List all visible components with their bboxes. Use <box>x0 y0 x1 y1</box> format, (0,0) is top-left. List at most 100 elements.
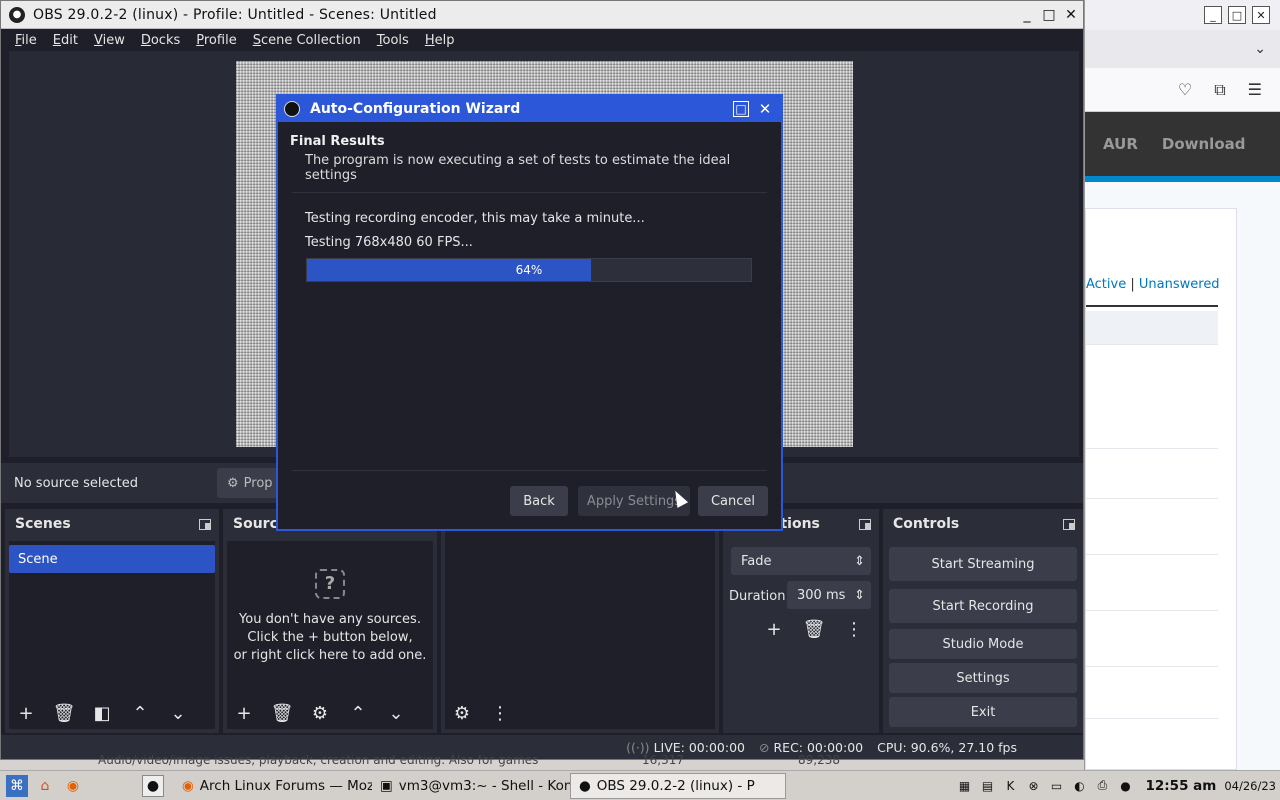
close-icon[interactable]: ✕ <box>1061 5 1081 25</box>
terminal-icon: ▣ <box>380 777 393 794</box>
trash-icon[interactable]: 🗑 <box>799 615 829 643</box>
add-icon[interactable]: + <box>229 699 259 727</box>
auto-config-wizard-dialog: Auto-Configuration Wizard □ ✕ Final Resu… <box>276 94 783 531</box>
minimize-icon[interactable]: _ <box>1204 6 1222 24</box>
maximize-icon[interactable]: □ <box>733 101 749 117</box>
rec-time: REC: 00:00:00 <box>773 739 864 755</box>
printer-icon[interactable]: ⎙ <box>1092 776 1112 796</box>
menu-file[interactable]: File <box>7 33 45 48</box>
cancel-button[interactable]: Cancel <box>698 486 768 516</box>
home-icon[interactable]: ⌂ <box>34 775 56 797</box>
move-up-icon[interactable]: ⌃ <box>343 699 373 727</box>
add-icon[interactable]: + <box>759 615 789 643</box>
close-icon[interactable]: ✕ <box>1252 6 1270 24</box>
obs-tray-icon[interactable]: ● <box>1115 776 1135 796</box>
menu-scene-collection[interactable]: Scene Collection <box>245 33 369 48</box>
table-row <box>1086 449 1218 499</box>
task-obs[interactable]: ● OBS 29.0.2-2 (linux) - P <box>570 772 786 799</box>
window-title: OBS 29.0.2-2 (linux) - Profile: Untitled… <box>33 6 437 23</box>
task-label: Arch Linux Forums — Mozi <box>199 777 372 794</box>
list-item[interactable]: Scene <box>9 545 215 573</box>
menu-docks[interactable]: Docks <box>133 33 188 48</box>
task-konsole[interactable]: ▣ vm3@vm3:~ - Shell - Kon <box>372 773 570 799</box>
calendar-icon[interactable]: ▤ <box>977 776 997 796</box>
display-icon[interactable]: ▭ <box>1046 776 1066 796</box>
minimize-icon[interactable]: _ <box>1017 5 1037 25</box>
firefox-icon: ◉ <box>182 777 194 794</box>
monitor-icon[interactable]: ▦ <box>954 776 974 796</box>
dialog-title: Auto-Configuration Wizard <box>310 101 521 117</box>
updown-icon: ⇕ <box>854 587 865 603</box>
firefox-toolbar: ♡ ⧉ ☰ <box>1085 68 1280 112</box>
transition-select[interactable]: Fade ⇕ <box>731 547 871 575</box>
live-status: ((·)) LIVE: 00:00:00 <box>626 740 745 755</box>
menu-view[interactable]: View <box>86 33 133 48</box>
progress-label: 64% <box>515 263 543 277</box>
sources-dock: Source ? You don't have any sources. Cli… <box>223 509 437 733</box>
active-link[interactable]: Active <box>1086 277 1126 292</box>
float-dock-icon[interactable] <box>199 518 211 530</box>
unanswered-link[interactable]: Unanswered <box>1139 277 1220 292</box>
app-launcher-icon[interactable]: ⌘ <box>6 774 28 797</box>
float-dock-icon[interactable] <box>859 518 871 530</box>
page-subheading: The program is now executing a set of te… <box>305 153 731 183</box>
test-detail-line: Testing 768x480 60 FPS... <box>305 235 473 250</box>
close-icon[interactable]: ✕ <box>757 100 773 118</box>
mixer-toolbar: ⚙ ⋮ <box>447 699 515 727</box>
firefox-icon[interactable]: ◉ <box>62 775 84 797</box>
add-icon[interactable]: + <box>11 699 41 727</box>
table-row <box>1086 667 1218 719</box>
filter-links: Active | Unanswered <box>1086 277 1220 292</box>
gear-icon[interactable]: ⚙ <box>305 699 335 727</box>
audio-settings-icon[interactable]: ⚙ <box>447 699 477 727</box>
move-down-icon[interactable]: ⌄ <box>163 699 193 727</box>
menu-icon[interactable]: ☰ <box>1248 80 1262 99</box>
volume-icon[interactable]: ◐ <box>1069 776 1089 796</box>
background-num-2: 89,238 <box>798 755 840 767</box>
live-time: LIVE: 00:00:00 <box>653 739 745 755</box>
taskbar: ⌘ ⌂ ◉ ● ◉ Arch Linux Forums — Mozi ▣ vm3… <box>0 770 1280 800</box>
filter-icon[interactable]: ◧ <box>87 699 117 727</box>
menu-tools[interactable]: Tools <box>369 33 417 48</box>
dialog-titlebar: Auto-Configuration Wizard □ ✕ <box>278 96 781 122</box>
properties-label: Prop <box>243 475 273 491</box>
table-row <box>1086 345 1218 449</box>
task-firefox[interactable]: ◉ Arch Linux Forums — Mozi <box>174 773 372 799</box>
nav-aur[interactable]: AUR <box>1103 135 1138 153</box>
site-nav: AUR Download <box>1085 112 1280 176</box>
background-row-text: Audio/video/image issues, playback, crea… <box>98 755 539 767</box>
menu-help[interactable]: Help <box>417 33 463 48</box>
maximize-icon[interactable]: □ <box>1039 5 1059 25</box>
studio-mode-button[interactable]: Studio Mode <box>889 629 1077 659</box>
settings-button[interactable]: Settings <box>889 663 1077 693</box>
chevron-down-icon[interactable]: ⌄ <box>1254 41 1266 57</box>
keyboard-icon[interactable]: K <box>1000 776 1020 796</box>
properties-button[interactable]: ⚙ Prop <box>217 468 283 498</box>
exit-button[interactable]: Exit <box>889 697 1077 727</box>
more-options-icon[interactable]: ⋮ <box>839 615 869 643</box>
extensions-icon[interactable]: ⧉ <box>1214 80 1225 100</box>
mixer-body <box>445 513 715 729</box>
float-dock-icon[interactable] <box>1063 518 1075 530</box>
cpu-status: CPU: 90.6%, 27.10 fps <box>877 739 1017 755</box>
network-icon[interactable]: ⊗ <box>1023 776 1043 796</box>
move-up-icon[interactable]: ⌃ <box>125 699 155 727</box>
duration-spinbox[interactable]: 300 ms ⇕ <box>787 581 871 609</box>
start-streaming-button[interactable]: Start Streaming <box>889 547 1077 581</box>
scenes-toolbar: + 🗑 ◧ ⌃ ⌄ <box>11 699 193 727</box>
trash-icon[interactable]: 🗑 <box>49 699 79 727</box>
obs-launcher-icon[interactable]: ● <box>142 774 164 797</box>
move-down-icon[interactable]: ⌄ <box>381 699 411 727</box>
maximize-icon[interactable]: □ <box>1228 6 1246 24</box>
content-box: Active | Unanswered <box>1085 208 1237 770</box>
clock-time[interactable]: 12:55 am <box>1145 778 1216 794</box>
pocket-icon[interactable]: ♡ <box>1178 80 1192 99</box>
trash-icon[interactable]: 🗑 <box>267 699 297 727</box>
more-options-icon[interactable]: ⋮ <box>485 699 515 727</box>
menu-edit[interactable]: Edit <box>45 33 86 48</box>
empty-line-2: Click the + button below, <box>247 630 413 645</box>
start-recording-button[interactable]: Start Recording <box>889 589 1077 623</box>
back-button[interactable]: Back <box>510 486 568 516</box>
menu-profile[interactable]: Profile <box>188 33 244 48</box>
nav-download[interactable]: Download <box>1162 135 1246 153</box>
